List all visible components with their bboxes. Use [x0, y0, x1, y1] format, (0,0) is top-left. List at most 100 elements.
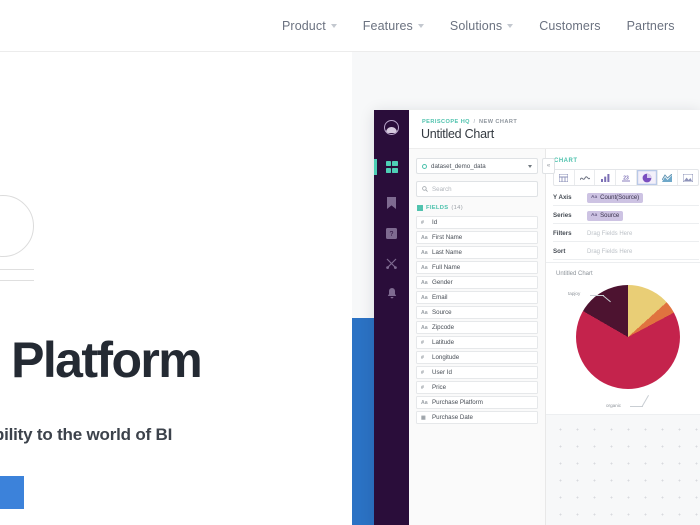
shelf-sort[interactable]: Sort Drag Fields Here [553, 244, 699, 260]
sidebar-item-bookmarks[interactable] [374, 190, 409, 216]
periscope-logo-icon[interactable] [384, 120, 399, 135]
list-item[interactable]: # User Id [416, 366, 538, 379]
shelf-label: Y Axis [553, 194, 572, 201]
field-label: Email [432, 294, 448, 301]
shelf-pill[interactable]: Aa Count(Source) [587, 192, 644, 203]
breadcrumb-separator: / [473, 119, 476, 125]
pie-chart[interactable]: tapjoy organic [568, 285, 680, 408]
list-item[interactable]: Aa Last Name [416, 246, 538, 259]
nav-item-customers[interactable]: Customers [539, 19, 600, 33]
shelf-label: Filters [553, 230, 572, 237]
field-type-icon: # [421, 384, 424, 391]
nav-item-product[interactable]: Product [282, 19, 337, 33]
field-type-icon: Aa [591, 213, 598, 218]
field-label: Zipcode [432, 324, 455, 331]
bar-chart-icon[interactable] [595, 170, 617, 185]
list-item[interactable]: Aa Email [416, 291, 538, 304]
chevron-down-icon [330, 23, 337, 28]
shelf-pill-label: Count(Source) [600, 194, 640, 201]
breadcrumb: PERISCOPE HQ / NEW CHART [422, 119, 517, 125]
list-item[interactable]: Aa Gender [416, 276, 538, 289]
list-item[interactable]: ▦ Purchase Date [416, 411, 538, 424]
shelf-series[interactable]: Series Aa Source [553, 208, 699, 224]
dataset-name-label: dataset_demo_data [431, 162, 486, 170]
table-chart-icon[interactable] [554, 170, 575, 185]
pie-leader-line [641, 394, 649, 407]
pie-slice-label: organic [606, 403, 622, 408]
nav-item-partners[interactable]: Partners [627, 19, 675, 33]
list-item[interactable]: Aa Source [416, 306, 538, 319]
hero-section: BI Platform nd flexibility to the world … [0, 52, 352, 525]
field-label: Full Name [432, 264, 461, 271]
field-type-icon: Aa [421, 324, 428, 331]
nav-item-features[interactable]: Features [363, 19, 424, 33]
shelf-label: Sort [553, 248, 566, 255]
sidebar-item-dashboard[interactable] [374, 154, 409, 180]
pie-chart-icon[interactable] [636, 170, 658, 185]
preview-title: Untitled Chart [556, 271, 593, 277]
page-title: BI Platform [0, 332, 203, 388]
line-chart-icon[interactable] [575, 170, 596, 185]
nav-item-label: Customers [539, 18, 601, 33]
search-input[interactable]: Search [416, 181, 538, 197]
breadcrumb-org[interactable]: PERISCOPE HQ [422, 119, 470, 125]
fields-header: FIELDS (14) [417, 205, 463, 211]
field-type-icon: # [421, 354, 424, 361]
fields-panel: dataset_demo_data « Search FIELDS (14) #… [409, 149, 555, 525]
cta-button[interactable]: l [0, 476, 24, 509]
field-type-icon: Aa [421, 249, 428, 256]
field-label: Source [432, 309, 452, 316]
field-type-icon: Aa [421, 279, 428, 286]
pie-slice-label: tapjoy [568, 291, 581, 296]
field-label: Purchase Date [432, 414, 473, 421]
site-navbar: Product Features Solutions Customers Par… [0, 0, 700, 52]
image-chart-icon[interactable] [678, 170, 698, 185]
landing-page: Product Features Solutions Customers Par… [0, 0, 700, 525]
svg-text:23: 23 [623, 175, 629, 181]
chart-preview: Untitled Chart tapjoy organic [546, 262, 700, 414]
list-item[interactable]: # Price [416, 381, 538, 394]
shelf-filters[interactable]: Filters Drag Fields Here [553, 226, 699, 242]
search-icon [422, 186, 428, 192]
field-type-icon: # [421, 369, 424, 376]
field-label: Purchase Platform [432, 399, 483, 406]
fields-header-label: FIELDS [426, 205, 449, 211]
list-item[interactable]: Aa Full Name [416, 261, 538, 274]
list-item[interactable]: Aa Purchase Platform [416, 396, 538, 409]
nav-item-label: Solutions [449, 18, 503, 33]
nav-item-label: Product [282, 18, 326, 33]
sql-square-icon: ? [386, 227, 397, 239]
nav-item-label: Partners [626, 18, 675, 33]
list-item[interactable]: Aa Zipcode [416, 321, 538, 334]
sidebar-item-sql[interactable]: ? [374, 220, 409, 246]
nav-item-label: Features [362, 18, 413, 33]
number-chart-icon[interactable]: 23 [616, 170, 637, 185]
decorative-circle-graphic [0, 195, 44, 285]
fields-grid-icon [417, 205, 423, 211]
nav-item-solutions[interactable]: Solutions [449, 18, 514, 33]
field-label: Price [432, 384, 447, 391]
fields-count: (14) [451, 205, 463, 211]
field-type-icon: # [421, 339, 424, 346]
shelf-placeholder: Drag Fields Here [587, 230, 633, 237]
dataset-dot-icon [422, 163, 427, 169]
scissors-icon [386, 258, 397, 269]
app-sidebar: ? [374, 110, 409, 525]
list-item[interactable]: # Id [416, 216, 538, 229]
shelf-pill[interactable]: Aa Source [587, 210, 624, 221]
list-item[interactable]: # Latitude [416, 336, 538, 349]
chart-title[interactable]: Untitled Chart [421, 127, 494, 141]
list-item[interactable]: Aa First Name [416, 231, 538, 244]
field-label: First Name [432, 234, 463, 241]
breadcrumb-current: NEW CHART [479, 119, 518, 125]
dashboard-canvas[interactable] [546, 414, 700, 525]
sidebar-item-alerts[interactable] [374, 280, 409, 306]
field-type-icon: Aa [421, 399, 428, 406]
dataset-select[interactable]: dataset_demo_data [416, 158, 538, 174]
field-type-icon: # [421, 219, 424, 226]
sidebar-item-tools[interactable] [374, 250, 409, 276]
list-item[interactable]: # Longitude [416, 351, 538, 364]
shelf-y-axis[interactable]: Y Axis Aa Count(Source) [553, 190, 699, 206]
collapse-panel-button[interactable]: « [542, 158, 555, 174]
area-chart-icon[interactable] [658, 170, 679, 185]
